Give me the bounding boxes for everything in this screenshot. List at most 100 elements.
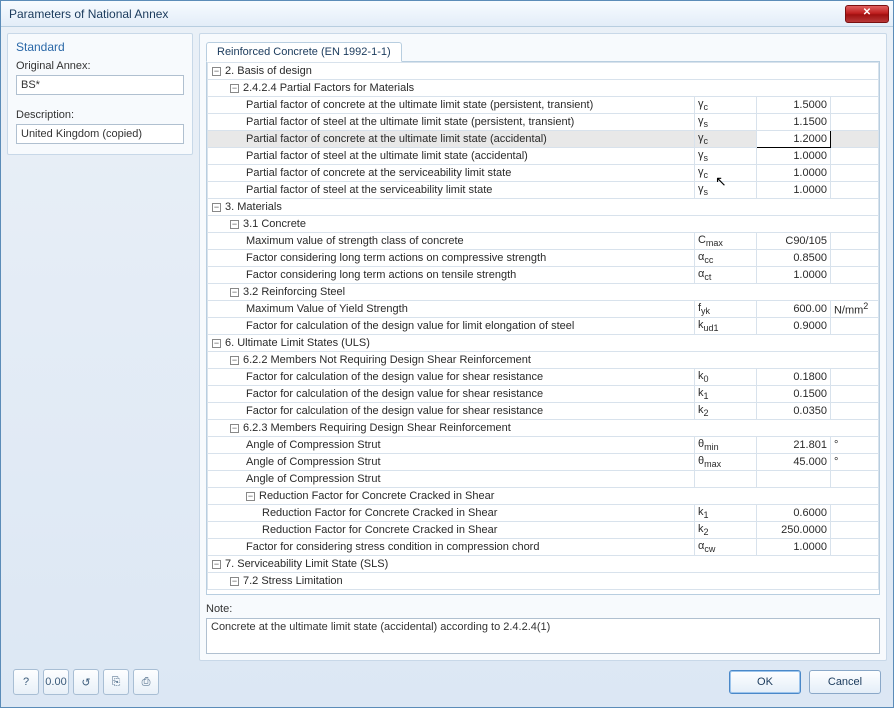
collapse-toggle-icon[interactable]: − xyxy=(230,577,239,586)
tree-row[interactable]: Angle of Compression Strutθmax45.000° xyxy=(208,454,879,471)
ok-button[interactable]: OK xyxy=(729,670,801,694)
param-unit xyxy=(830,369,878,386)
tree-section[interactable]: −7. Serviceability Limit State (SLS) xyxy=(208,556,879,573)
param-value[interactable]: 21.801 xyxy=(756,437,830,454)
tree-row[interactable]: Partial factor of steel at the serviceab… xyxy=(208,182,879,199)
tree-scroll[interactable]: −2. Basis of design−2.4.2.4 Partial Fact… xyxy=(207,62,879,594)
param-value[interactable]: 45.000 xyxy=(756,454,830,471)
decimals-icon[interactable]: 0.00 xyxy=(43,669,69,695)
tree-row[interactable]: Factor for calculation of the design val… xyxy=(208,386,879,403)
collapse-toggle-icon[interactable]: − xyxy=(230,356,239,365)
copy-icon[interactable]: ⎘ xyxy=(103,669,129,695)
collapse-toggle-icon[interactable]: − xyxy=(230,220,239,229)
tree-row[interactable]: Factor considering long term actions on … xyxy=(208,250,879,267)
param-unit xyxy=(830,97,878,114)
param-label: Factor for calculation of the design val… xyxy=(208,369,695,386)
tree-row[interactable]: Reduction Factor for Concrete Cracked in… xyxy=(208,522,879,539)
param-label: Partial factor of steel at the ultimate … xyxy=(208,148,695,165)
content-area: Standard Original Annex: Description: Re… xyxy=(1,27,893,707)
tab-reinforced-concrete[interactable]: Reinforced Concrete (EN 1992-1-1) xyxy=(206,42,402,62)
tree-row[interactable]: Factor for calculation of the design val… xyxy=(208,318,879,335)
collapse-toggle-icon[interactable]: − xyxy=(230,424,239,433)
collapse-toggle-icon[interactable]: − xyxy=(212,203,221,212)
tree-row[interactable]: Factor for calculation of the design val… xyxy=(208,369,879,386)
description-input[interactable] xyxy=(16,124,184,144)
param-symbol: k1 xyxy=(694,386,756,403)
param-label: Factor considering long term actions on … xyxy=(208,267,695,284)
tree-row[interactable]: Partial factor of concrete at the servic… xyxy=(208,165,879,182)
param-value[interactable]: C90/105 xyxy=(756,233,830,250)
tree-section[interactable]: −7.2 Stress Limitation xyxy=(208,573,879,590)
tree-row[interactable]: Angle of Compression Strut xyxy=(208,471,879,488)
standard-group: Standard Original Annex: Description: xyxy=(7,33,193,155)
footer: ? 0.00 ↺ ⎘ ⎙ OK Cancel xyxy=(7,661,887,701)
tree-section[interactable]: −Reduction Factor for Concrete Cracked i… xyxy=(208,488,879,505)
tree-row[interactable]: Factor for considering stress condition … xyxy=(208,539,879,556)
collapse-toggle-icon[interactable]: − xyxy=(246,492,255,501)
tree-row[interactable]: Factor considering long term actions on … xyxy=(208,267,879,284)
close-button[interactable]: ✕ xyxy=(845,5,889,23)
param-value[interactable]: 250.0000 xyxy=(756,522,830,539)
param-value[interactable]: 1.5000 xyxy=(756,97,830,114)
param-label: Maximum Value of Yield Strength xyxy=(208,301,695,318)
param-value[interactable]: 0.8500 xyxy=(756,250,830,267)
tree-section[interactable]: −6.2.2 Members Not Requiring Design Shea… xyxy=(208,352,879,369)
param-symbol: θmax xyxy=(694,454,756,471)
param-value[interactable]: 0.6000 xyxy=(756,505,830,522)
param-unit xyxy=(830,505,878,522)
param-value[interactable]: 1.2000 xyxy=(756,131,830,148)
param-symbol: k0 xyxy=(694,369,756,386)
param-symbol: γs xyxy=(694,148,756,165)
param-label: Angle of Compression Strut xyxy=(208,437,695,454)
tree-section[interactable]: −3.2 Reinforcing Steel xyxy=(208,284,879,301)
param-value[interactable]: 0.0350 xyxy=(756,403,830,420)
cancel-button[interactable]: Cancel xyxy=(809,670,881,694)
tree-table: −2. Basis of design−2.4.2.4 Partial Fact… xyxy=(207,62,879,590)
tree-row[interactable]: Partial factor of concrete at the ultima… xyxy=(208,97,879,114)
param-value[interactable]: 1.0000 xyxy=(756,165,830,182)
param-value[interactable]: 0.1800 xyxy=(756,369,830,386)
param-unit xyxy=(830,182,878,199)
footer-toolbar: ? 0.00 ↺ ⎘ ⎙ xyxy=(13,669,159,695)
tree-row[interactable]: Maximum Value of Yield Strengthfyk600.00… xyxy=(208,301,879,318)
collapse-toggle-icon[interactable]: − xyxy=(230,288,239,297)
param-value[interactable]: 1.0000 xyxy=(756,539,830,556)
param-value[interactable]: 0.1500 xyxy=(756,386,830,403)
tree-section[interactable]: −3. Materials xyxy=(208,199,879,216)
tree-section[interactable]: −2.4.2.4 Partial Factors for Materials xyxy=(208,80,879,97)
tree-section[interactable]: −6. Ultimate Limit States (ULS) xyxy=(208,335,879,352)
param-symbol: fyk xyxy=(694,301,756,318)
param-unit: ° xyxy=(830,454,878,471)
param-value[interactable]: 600.00 xyxy=(756,301,830,318)
main-area: Standard Original Annex: Description: Re… xyxy=(7,33,887,661)
tree-section[interactable]: −6.2.3 Members Requiring Design Shear Re… xyxy=(208,420,879,437)
tree-row[interactable]: Partial factor of concrete at the ultima… xyxy=(208,131,879,148)
param-symbol: γs xyxy=(694,182,756,199)
param-value[interactable]: 0.9000 xyxy=(756,318,830,335)
tree-section[interactable]: −2. Basis of design xyxy=(208,63,879,80)
param-value[interactable]: 1.0000 xyxy=(756,267,830,284)
collapse-toggle-icon[interactable]: − xyxy=(212,67,221,76)
tree-row[interactable]: Partial factor of steel at the ultimate … xyxy=(208,148,879,165)
tree-row[interactable]: Partial factor of steel at the ultimate … xyxy=(208,114,879,131)
param-value[interactable]: 1.0000 xyxy=(756,182,830,199)
tree-row[interactable]: Reduction Factor for Concrete Cracked in… xyxy=(208,505,879,522)
tree-row[interactable]: Factor for calculation of the design val… xyxy=(208,403,879,420)
param-label: Reduction Factor for Concrete Cracked in… xyxy=(208,522,695,539)
tree-row[interactable]: Maximum value of strength class of concr… xyxy=(208,233,879,250)
paste-icon[interactable]: ⎙ xyxy=(133,669,159,695)
tree-section[interactable]: −3.1 Concrete xyxy=(208,216,879,233)
param-value[interactable]: 1.1500 xyxy=(756,114,830,131)
right-panel: Reinforced Concrete (EN 1992-1-1) −2. Ba… xyxy=(199,33,887,661)
reset-icon[interactable]: ↺ xyxy=(73,669,99,695)
param-label: Factor for considering stress condition … xyxy=(208,539,695,556)
collapse-toggle-icon[interactable]: − xyxy=(212,339,221,348)
param-value[interactable]: 1.0000 xyxy=(756,148,830,165)
original-annex-input[interactable] xyxy=(16,75,184,95)
collapse-toggle-icon[interactable]: − xyxy=(230,84,239,93)
help-icon[interactable]: ? xyxy=(13,669,39,695)
collapse-toggle-icon[interactable]: − xyxy=(212,560,221,569)
param-value[interactable] xyxy=(756,471,830,488)
param-unit xyxy=(830,539,878,556)
tree-row[interactable]: Angle of Compression Strutθmin21.801° xyxy=(208,437,879,454)
